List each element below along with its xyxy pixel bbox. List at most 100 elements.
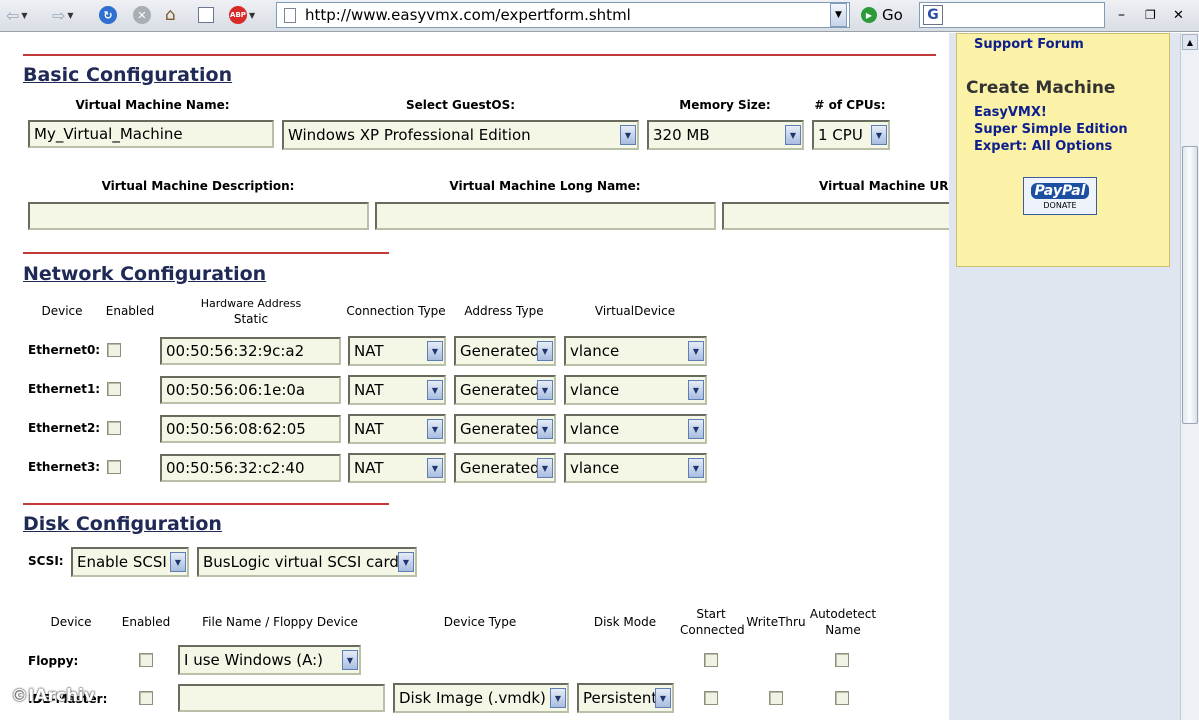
ethernet1-enabled-checkbox[interactable]: [107, 382, 121, 396]
vm-long-name-input[interactable]: [375, 202, 716, 230]
ethernet0-mac-input[interactable]: 00:50:56:32:9c:a2: [160, 337, 341, 365]
go-button[interactable]: ▶ Go: [861, 4, 903, 26]
chevron-down-icon: ▼: [537, 380, 553, 400]
ethernet1-connection-select[interactable]: NAT ▼: [348, 375, 446, 405]
chevron-down-icon: ▼: [550, 688, 566, 708]
paypal-logo: PayPal: [1031, 182, 1089, 199]
ide-autodetect-checkbox[interactable]: [835, 691, 849, 705]
ethernet0-enabled-checkbox[interactable]: [107, 343, 121, 357]
virtual-device-header: VirtualDevice: [594, 304, 676, 318]
go-label: Go: [882, 6, 903, 24]
adblock-icon: ABP: [229, 6, 247, 24]
close-window-button[interactable]: ✕: [1173, 4, 1184, 26]
vm-name-value: My_Virtual_Machine: [34, 125, 183, 143]
forward-button[interactable]: ⇨ ▼: [52, 4, 74, 26]
ide-start-connected-checkbox[interactable]: [704, 691, 718, 705]
cpus-label: # of CPUs:: [814, 98, 886, 112]
chevron-down-icon: ▼: [688, 419, 704, 439]
cpus-select[interactable]: 1 CPU ▼: [812, 120, 890, 150]
home-button[interactable]: ⌂: [165, 4, 176, 26]
expert-all-options-link[interactable]: Expert: All Options: [974, 139, 1112, 154]
ethernet3-virtual-device-select[interactable]: vlance ▼: [564, 453, 707, 483]
ethernet2-virtual-device-select[interactable]: vlance ▼: [564, 414, 707, 444]
restore-button[interactable]: ❐: [1145, 4, 1156, 26]
ide-write-thru-checkbox[interactable]: [769, 691, 783, 705]
ethernet3-mac-input[interactable]: 00:50:56:32:c2:40: [160, 454, 341, 482]
vm-description-input[interactable]: [28, 202, 369, 230]
chevron-down-icon: ▼: [398, 552, 414, 572]
back-button[interactable]: ⇦ ▼: [6, 4, 28, 26]
vm-long-name-label: Virtual Machine Long Name:: [449, 179, 641, 193]
chevron-down-icon: ▼: [537, 419, 553, 439]
vm-url-input[interactable]: [722, 202, 949, 230]
chevron-down-icon: ▼: [427, 419, 443, 439]
search-input[interactable]: G: [919, 2, 1105, 28]
chevron-up-icon: ▲: [1186, 37, 1194, 47]
ide-enabled-checkbox[interactable]: [139, 691, 153, 705]
scsi-enable-select[interactable]: Enable SCSI ▼: [71, 547, 189, 577]
expert-form: Basic Configuration Virtual Machine Name…: [0, 33, 949, 720]
virtual-value: vlance: [570, 420, 620, 438]
ethernet0-address-select[interactable]: Generated ▼: [454, 336, 556, 366]
chevron-down-icon: ▼: [427, 341, 443, 361]
ethernet3-address-select[interactable]: Generated ▼: [454, 453, 556, 483]
vertical-scrollbar[interactable]: ▲: [1180, 33, 1199, 720]
easyvmx-link[interactable]: EasyVMX!: [974, 105, 1047, 120]
cpus-value: 1 CPU: [818, 126, 863, 144]
ethernet3-enabled-checkbox[interactable]: [107, 460, 121, 474]
ide-file-input[interactable]: [178, 684, 385, 712]
scroll-thumb[interactable]: [1182, 146, 1198, 424]
scroll-up-button[interactable]: ▲: [1182, 34, 1198, 50]
vm-name-input[interactable]: My_Virtual_Machine: [28, 120, 274, 148]
ethernet2-mac-input[interactable]: 00:50:56:08:62:05: [160, 415, 341, 443]
home-icon: ⌂: [165, 5, 176, 25]
ide-device-type-select[interactable]: Disk Image (.vmdk) ▼: [393, 683, 569, 713]
scsi-adapter-select[interactable]: BusLogic virtual SCSI card ▼: [197, 547, 417, 577]
refresh-icon: ↻: [99, 6, 117, 24]
ethernet2-label: Ethernet2:: [28, 421, 101, 435]
sidebar: Support Forum Create Machine EasyVMX! Su…: [956, 33, 1170, 267]
minimize-button[interactable]: –: [1118, 4, 1125, 26]
close-icon: ✕: [1173, 7, 1184, 23]
write-thru-header: WriteThru: [746, 615, 806, 629]
memory-size-select[interactable]: 320 MB ▼: [647, 120, 804, 150]
floppy-autodetect-checkbox[interactable]: [835, 653, 849, 667]
ethernet1-label: Ethernet1:: [28, 382, 101, 396]
ethernet2-address-select[interactable]: Generated ▼: [454, 414, 556, 444]
refresh-button[interactable]: ↻: [99, 4, 117, 26]
chevron-down-icon: ▼: [871, 125, 887, 145]
autodetect-header-line1: Autodetect: [809, 607, 877, 621]
history-button[interactable]: [198, 4, 214, 26]
support-forum-link[interactable]: Support Forum: [974, 37, 1084, 52]
mac-value: 00:50:56:06:1e:0a: [166, 381, 306, 399]
adblock-button[interactable]: ABP ▼: [229, 4, 255, 26]
connection-value: NAT: [354, 459, 384, 477]
file-name-header: File Name / Floppy Device: [202, 615, 358, 629]
floppy-start-connected-checkbox[interactable]: [704, 653, 718, 667]
address-dropdown-button[interactable]: ▼: [830, 3, 847, 27]
stop-button[interactable]: ✕: [133, 4, 151, 26]
ethernet0-virtual-device-select[interactable]: vlance ▼: [564, 336, 707, 366]
ethernet0-connection-select[interactable]: NAT ▼: [348, 336, 446, 366]
ethernet2-connection-select[interactable]: NAT ▼: [348, 414, 446, 444]
floppy-enabled-checkbox[interactable]: [139, 653, 153, 667]
ethernet1-address-select[interactable]: Generated ▼: [454, 375, 556, 405]
address-value: Generated: [460, 342, 540, 360]
ethernet1-mac-input[interactable]: 00:50:56:06:1e:0a: [160, 376, 341, 404]
chevron-down-icon: ▼: [688, 341, 704, 361]
super-simple-edition-link[interactable]: Super Simple Edition: [974, 122, 1128, 137]
floppy-device-select[interactable]: I use Windows (A:) ▼: [178, 645, 361, 675]
chevron-down-icon: ▼: [537, 341, 553, 361]
ethernet2-enabled-checkbox[interactable]: [107, 421, 121, 435]
ethernet3-connection-select[interactable]: NAT ▼: [348, 453, 446, 483]
network-configuration-title: Network Configuration: [23, 263, 267, 285]
mac-value: 00:50:56:32:9c:a2: [166, 342, 305, 360]
network-enabled-header: Enabled: [105, 304, 155, 318]
connection-type-header: Connection Type: [346, 304, 446, 318]
ide-disk-mode-select[interactable]: Persistent ▼: [577, 683, 674, 713]
ethernet1-virtual-device-select[interactable]: vlance ▼: [564, 375, 707, 405]
address-bar[interactable]: http://www.easyvmx.com/expertform.shtml: [276, 2, 850, 28]
paypal-donate-button[interactable]: PayPal DONATE: [1023, 177, 1097, 215]
guest-os-select[interactable]: Windows XP Professional Edition ▼: [282, 120, 639, 150]
chevron-down-icon: ▼: [620, 125, 636, 145]
